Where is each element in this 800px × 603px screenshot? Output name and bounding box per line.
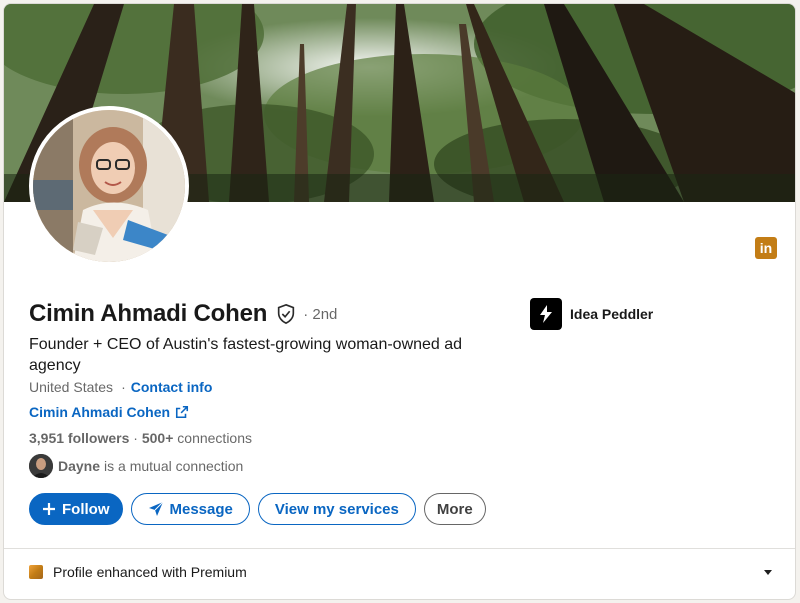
profile-actions: Follow Message View my services More: [29, 493, 486, 525]
separator: ·: [121, 379, 126, 395]
website-link[interactable]: Cimin Ahmadi Cohen: [29, 404, 189, 420]
location: United States: [29, 379, 114, 395]
profile-photo[interactable]: [29, 106, 189, 266]
mutual-connection[interactable]: Dayne is a mutual connection: [29, 454, 243, 478]
profile-name: Cimin Ahmadi Cohen: [29, 300, 268, 327]
message-label: Message: [169, 500, 233, 518]
connections-label: connections: [173, 430, 252, 446]
mutual-text: is a mutual connection: [104, 458, 244, 474]
profile-card: in Cimin Ahmadi Cohen · 2nd Founder + CE…: [3, 3, 796, 600]
lightning-bolt-icon: [530, 298, 562, 330]
mutual-avatar: [29, 454, 53, 478]
connections-count: 500+: [141, 430, 174, 446]
message-button[interactable]: Message: [130, 493, 250, 525]
connection-degree: · 2nd: [303, 305, 338, 323]
shield-check-icon[interactable]: [275, 303, 297, 325]
paper-plane-icon: [148, 501, 164, 517]
more-button[interactable]: More: [423, 493, 486, 525]
linkedin-icon: in: [755, 237, 777, 259]
profile-stats: 3,951 followers · 500+ connections: [29, 430, 252, 446]
location-row: United States · Contact info: [29, 379, 212, 395]
follow-label: Follow: [62, 500, 110, 518]
company-name: Idea Peddler: [570, 306, 654, 322]
profile-headline: Founder + CEO of Austin's fastest-growin…: [29, 336, 463, 374]
current-company[interactable]: Idea Peddler: [530, 298, 653, 330]
divider: [4, 548, 795, 549]
name-row: Cimin Ahmadi Cohen · 2nd: [29, 300, 337, 328]
premium-banner[interactable]: Profile enhanced with Premium: [29, 564, 774, 580]
view-services-button[interactable]: View my services: [257, 493, 416, 525]
contact-info-link[interactable]: Contact info: [131, 379, 213, 395]
stats-separator: ·: [129, 430, 142, 446]
chevron-down-icon[interactable]: [762, 566, 774, 578]
plus-icon: [42, 502, 56, 516]
premium-label: Profile enhanced with Premium: [53, 564, 247, 580]
website-label: Cimin Ahmadi Cohen: [29, 404, 171, 420]
followers-count[interactable]: 3,951 followers: [29, 430, 129, 446]
external-link-icon: [176, 405, 189, 419]
follow-button[interactable]: Follow: [29, 493, 123, 525]
premium-gold-icon: [29, 565, 43, 579]
mutual-name: Dayne: [58, 458, 101, 474]
